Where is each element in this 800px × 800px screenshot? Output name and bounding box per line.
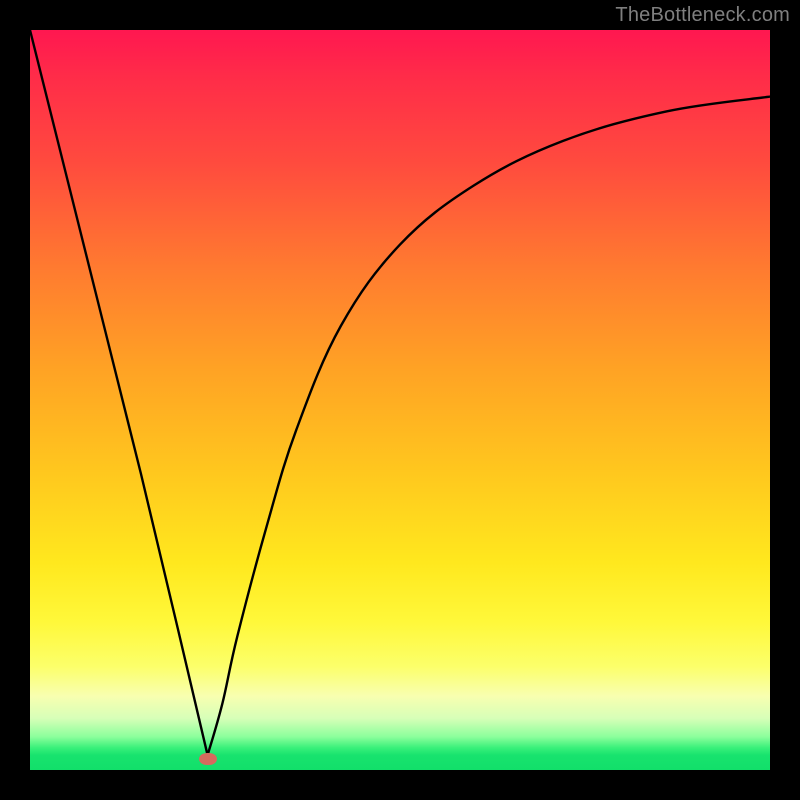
curve-right-branch: [208, 97, 770, 756]
minimum-marker: [199, 753, 217, 765]
watermark-text: TheBottleneck.com: [615, 4, 790, 27]
curve-svg: [30, 30, 770, 770]
curve-left-branch: [30, 30, 208, 755]
plot-area: [30, 30, 770, 770]
chart-frame: TheBottleneck.com: [0, 0, 800, 800]
